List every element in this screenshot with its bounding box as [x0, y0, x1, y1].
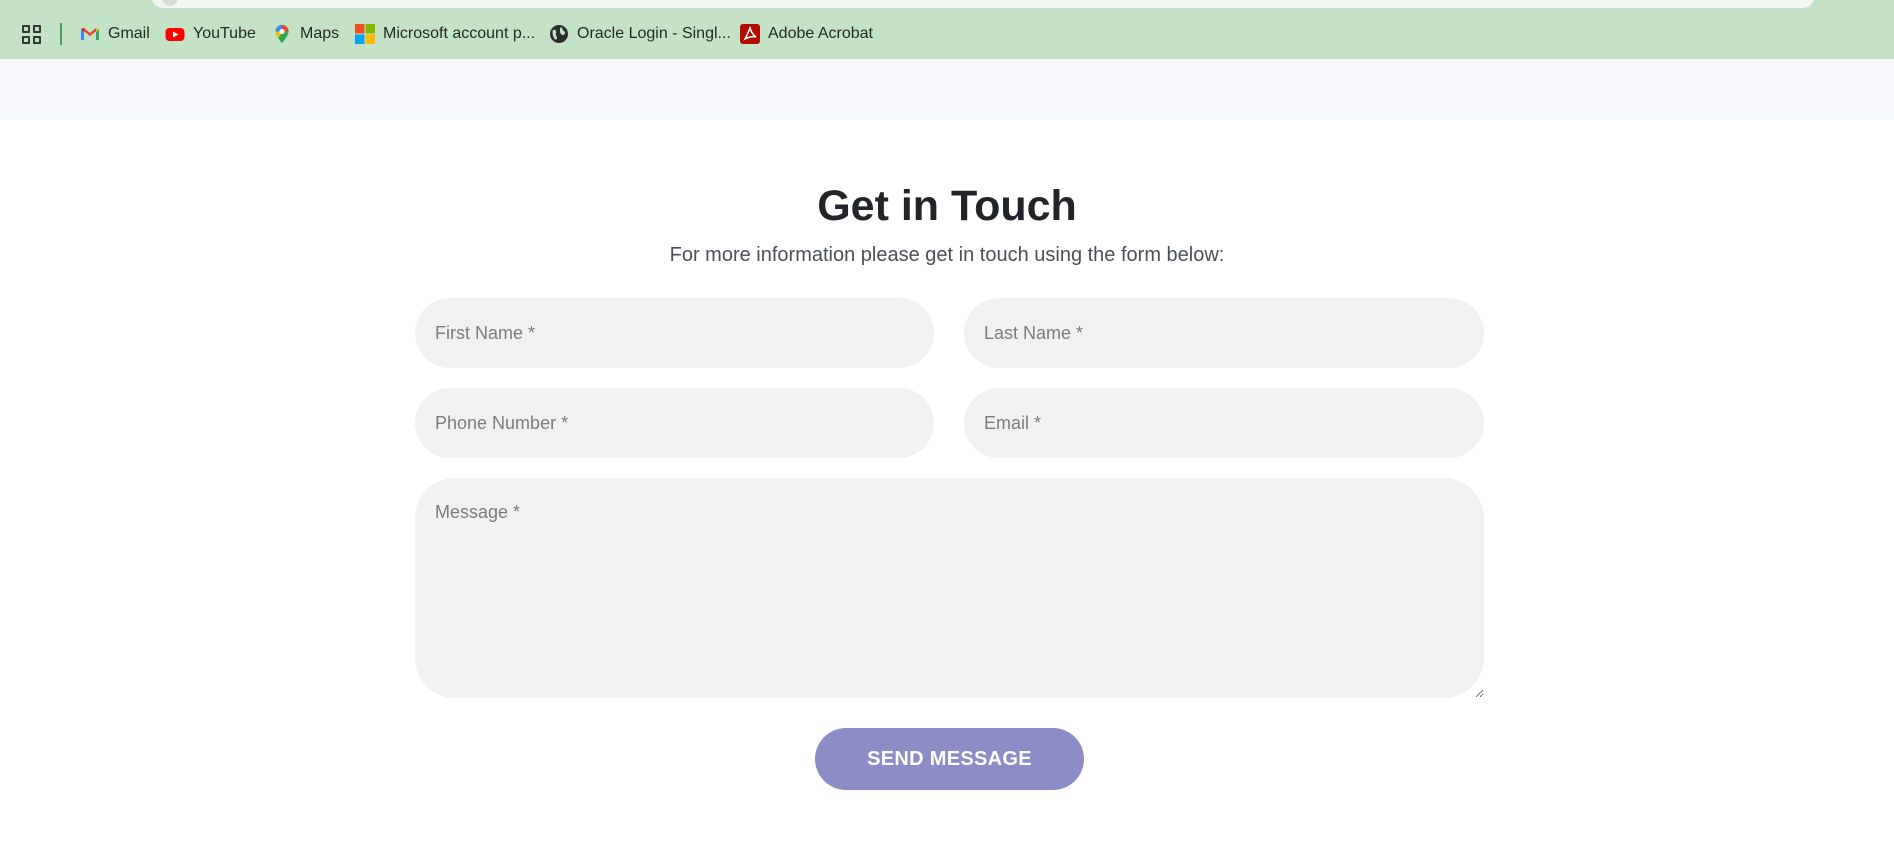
section-title: Get in Touch	[817, 182, 1077, 230]
acrobat-icon	[740, 24, 760, 44]
gmail-icon	[81, 28, 99, 40]
bookmarks-bar: Gmail YouTube Maps Microsoft account p..…	[0, 0, 1894, 59]
bookmark-oracle-login[interactable]: Oracle Login - Singl...	[549, 22, 731, 46]
bookmark-label: Oracle Login - Singl...	[577, 25, 731, 42]
bookmark-maps[interactable]: Maps	[272, 22, 339, 46]
last-name-input[interactable]	[964, 298, 1484, 368]
address-bar[interactable]	[152, 0, 1814, 8]
message-textarea[interactable]	[415, 478, 1484, 698]
globe-icon	[550, 25, 568, 43]
bookmark-microsoft-account[interactable]: Microsoft account p...	[355, 22, 535, 46]
site-info-icon[interactable]	[162, 0, 178, 6]
send-message-button[interactable]: SEND MESSAGE	[815, 728, 1084, 790]
bookmark-label: Maps	[300, 25, 340, 42]
phone-number-input[interactable]	[415, 388, 934, 458]
bookmark-label: Adobe Acrobat	[768, 25, 873, 42]
page-header	[0, 59, 1894, 120]
apps-grid-icon[interactable]	[22, 25, 42, 45]
bookmark-gmail[interactable]: Gmail	[80, 22, 150, 46]
email-input[interactable]	[964, 388, 1484, 458]
section-subtitle: For more information please get in touch…	[669, 244, 1225, 266]
bookmarks-divider	[60, 23, 62, 45]
bookmark-label: Gmail	[108, 25, 150, 42]
bookmark-label: Microsoft account p...	[383, 25, 536, 42]
microsoft-icon	[355, 24, 375, 44]
youtube-icon	[165, 28, 185, 41]
first-name-input[interactable]	[415, 298, 934, 368]
bookmark-youtube[interactable]: YouTube	[165, 22, 256, 46]
bookmark-label: YouTube	[193, 25, 256, 42]
maps-icon	[275, 25, 289, 43]
bookmark-adobe-acrobat[interactable]: Adobe Acrobat	[740, 22, 873, 46]
